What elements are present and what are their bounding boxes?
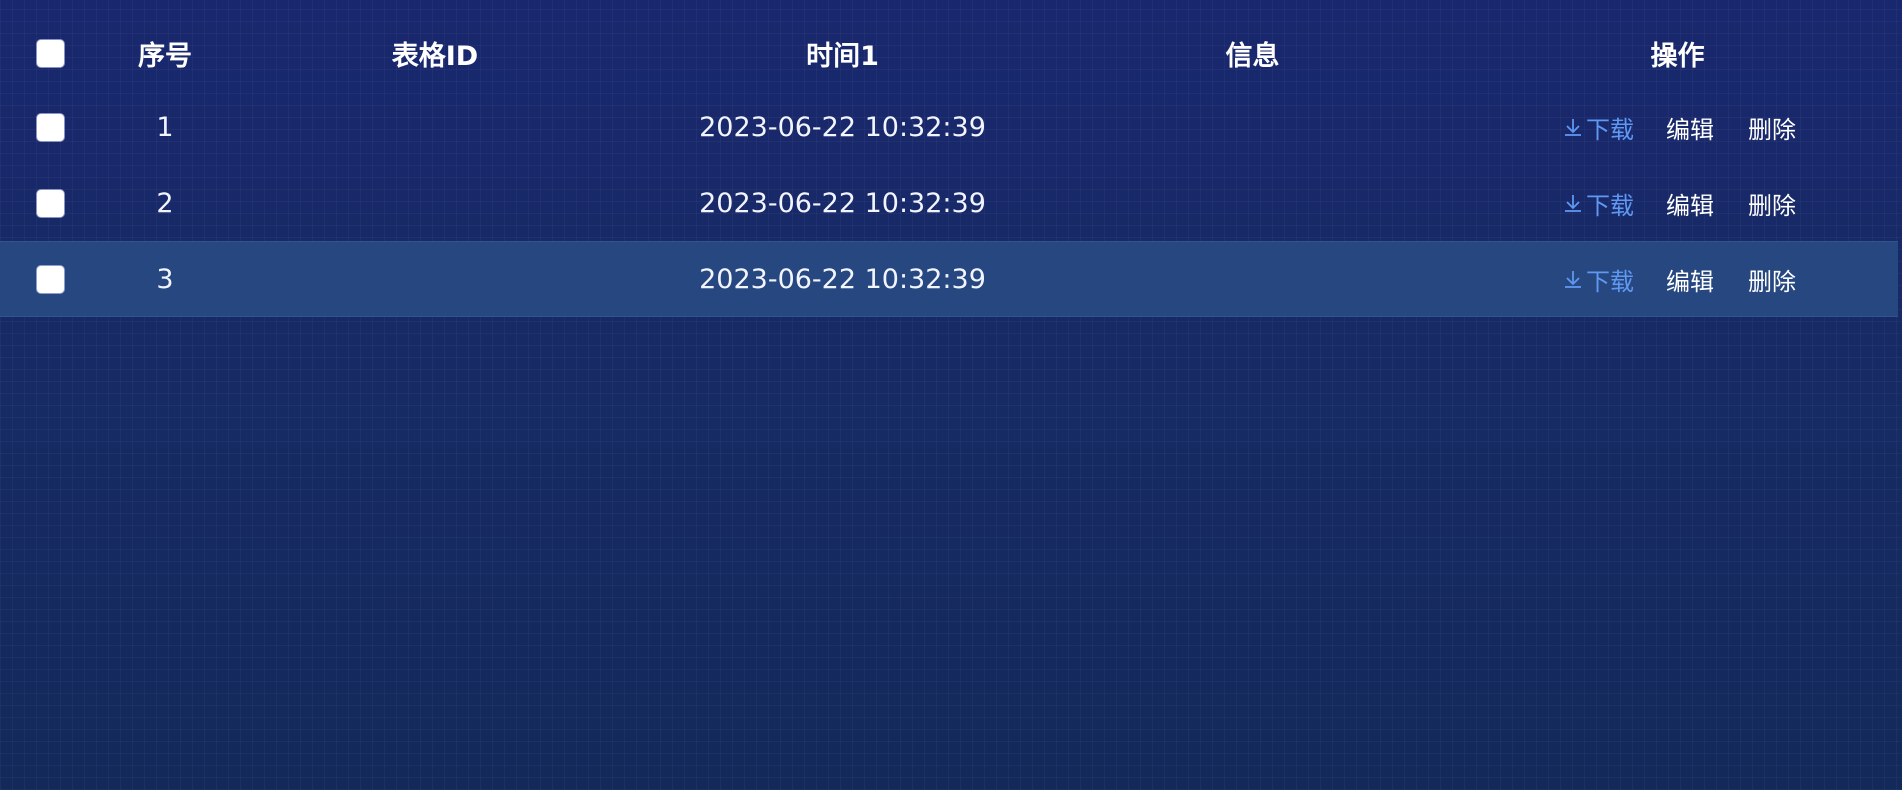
column-header-table-id: 表格ID xyxy=(391,40,479,72)
row-index: 3 xyxy=(156,263,174,295)
delete-button[interactable]: 删除 xyxy=(1748,262,1796,297)
row-time1: 2023-06-22 10:32:39 xyxy=(699,111,986,143)
row-actions: 下载 编辑 删除 xyxy=(1540,165,1820,241)
table-header-row: 序号 表格ID 时间1 信息 操作 xyxy=(0,17,1898,89)
row-table-id xyxy=(320,241,550,317)
download-label: 下载 xyxy=(1586,115,1634,144)
row-index: 1 xyxy=(156,111,174,143)
download-icon xyxy=(1565,119,1581,136)
download-button[interactable]: 下载 xyxy=(1562,186,1634,221)
column-header-info: 信息 xyxy=(1225,40,1280,72)
column-header-actions: 操作 xyxy=(1650,40,1705,72)
edit-button[interactable]: 编辑 xyxy=(1666,110,1714,145)
row-checkbox[interactable] xyxy=(36,113,64,141)
table-row-selected: 3 2023-06-22 10:32:39 下载 编辑 删除 xyxy=(0,241,1898,317)
edit-button[interactable]: 编辑 xyxy=(1666,186,1714,221)
edit-button[interactable]: 编辑 xyxy=(1666,262,1714,297)
data-table: 序号 表格ID 时间1 信息 操作 1 2023-06-22 10:32:39 … xyxy=(0,0,1898,317)
row-checkbox-cell xyxy=(22,89,78,165)
row-checkbox[interactable] xyxy=(36,189,64,217)
column-header-index: 序号 xyxy=(138,40,192,72)
column-header-time1: 时间1 xyxy=(806,40,879,72)
row-index: 2 xyxy=(156,187,174,219)
download-label: 下载 xyxy=(1586,267,1634,296)
download-label: 下载 xyxy=(1586,191,1634,220)
download-icon xyxy=(1565,271,1581,288)
row-info xyxy=(1140,165,1365,241)
select-all-checkbox[interactable] xyxy=(36,39,64,67)
row-time1: 2023-06-22 10:32:39 xyxy=(699,187,986,219)
row-time1: 2023-06-22 10:32:39 xyxy=(699,263,986,295)
delete-button[interactable]: 删除 xyxy=(1748,110,1796,145)
row-table-id xyxy=(320,89,550,165)
row-checkbox-cell xyxy=(22,241,78,317)
delete-button[interactable]: 删除 xyxy=(1748,186,1796,221)
row-checkbox[interactable] xyxy=(36,265,64,293)
row-checkbox-cell xyxy=(22,165,78,241)
header-checkbox-cell xyxy=(22,17,78,89)
row-actions: 下载 编辑 删除 xyxy=(1540,89,1820,165)
download-icon xyxy=(1565,195,1581,212)
row-table-id xyxy=(320,165,550,241)
row-info xyxy=(1140,241,1365,317)
table-row: 2 2023-06-22 10:32:39 下载 编辑 删除 xyxy=(0,165,1898,241)
download-button[interactable]: 下载 xyxy=(1562,262,1634,297)
row-info xyxy=(1140,89,1365,165)
row-actions: 下载 编辑 删除 xyxy=(1540,241,1820,317)
table-row: 1 2023-06-22 10:32:39 下载 编辑 删除 xyxy=(0,89,1898,165)
download-button[interactable]: 下载 xyxy=(1562,110,1634,145)
